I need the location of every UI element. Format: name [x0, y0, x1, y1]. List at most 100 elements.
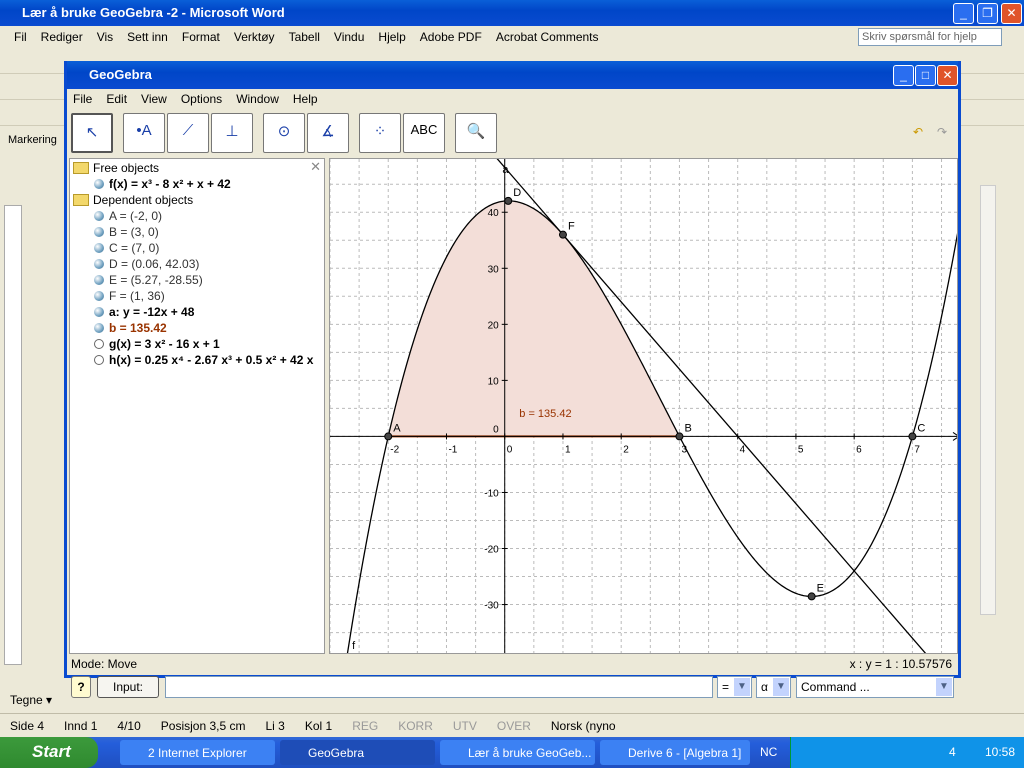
visibility-toggle-icon[interactable] [94, 243, 104, 253]
algebra-item[interactable]: C = (7, 0) [94, 241, 159, 257]
visibility-toggle-icon[interactable] [94, 307, 104, 317]
point-E[interactable] [807, 592, 816, 601]
status-field: REG [352, 719, 379, 733]
folder-header[interactable]: Dependent objects [73, 193, 193, 209]
task-word[interactable]: Lær å bruke GeoGeb... [440, 740, 595, 765]
symbol-combo[interactable]: = ▼ [717, 676, 752, 698]
combo-value: α [761, 680, 768, 694]
tool-line-button[interactable]: ⟋ [167, 113, 209, 153]
gg-menu-item[interactable]: Edit [106, 92, 127, 109]
word-menu-item[interactable]: Vindu [334, 30, 364, 48]
status-field: Side 4 [10, 719, 45, 733]
gg-menu-item[interactable]: Window [236, 92, 279, 109]
word-menu-item[interactable]: Vis [97, 30, 113, 48]
tool-zoom-button[interactable]: 🔍 [455, 113, 497, 153]
visibility-toggle-icon[interactable] [94, 227, 104, 237]
redo-icon[interactable]: ↷ [937, 125, 947, 139]
visibility-toggle-icon[interactable] [94, 211, 104, 221]
input-button[interactable]: Input: [97, 676, 159, 698]
input-field[interactable] [165, 676, 713, 698]
folder-header[interactable]: Free objects [73, 161, 159, 177]
draw-menu-button[interactable]: Tegne ▾ [10, 693, 52, 707]
graphics-view[interactable]: -2 -1 0 1 2 3 4 5 6 7 -30 -20 -10 10 20 30 40 0 f a b = 135.… [329, 158, 958, 654]
word-menu-item[interactable]: Verktøy [234, 30, 275, 48]
algebra-item[interactable]: a: y = -12x + 48 [94, 305, 194, 321]
visibility-toggle-icon[interactable] [94, 355, 104, 365]
gg-menu-item[interactable]: View [141, 92, 167, 109]
algebra-item[interactable]: F = (1, 36) [94, 289, 165, 305]
gg-close-button[interactable]: ✕ [937, 65, 958, 86]
command-combo[interactable]: Command ... ▼ [796, 676, 954, 698]
word-menu-item[interactable]: Adobe PDF [420, 30, 482, 48]
style-box[interactable]: Markering [8, 134, 57, 146]
object-definition: C = (7, 0) [109, 241, 160, 255]
visibility-toggle-icon[interactable] [94, 323, 104, 333]
graph-canvas[interactable]: -2 -1 0 1 2 3 4 5 6 7-30-20-10102030400fab = 135.… [330, 159, 958, 654]
point-A[interactable] [384, 432, 393, 441]
tool-point-button[interactable]: •A [123, 113, 165, 153]
tool-move-button[interactable]: ↖ [71, 113, 113, 153]
tool-circle-button[interactable]: ⊙ [263, 113, 305, 153]
x-tick-label: 2 [623, 444, 629, 455]
visibility-toggle-icon[interactable] [94, 291, 104, 301]
y-tick-label: 40 [488, 208, 500, 219]
algebra-item[interactable]: b = 135.42 [94, 321, 167, 337]
help-search-input[interactable]: Skriv spørsmål for hjelp [858, 28, 1002, 46]
algebra-item[interactable]: E = (5.27, -28.55) [94, 273, 203, 289]
word-menu-item[interactable]: Hjelp [378, 30, 405, 48]
geogebra-title-bar: GeoGebra [67, 61, 958, 89]
visibility-toggle-icon[interactable] [94, 275, 104, 285]
gg-minimize-button[interactable]: _ [893, 65, 914, 86]
word-menu-item[interactable]: Tabell [289, 30, 320, 48]
word-status-bar: Side 4 Innd 1 4/10 Posisjon 3,5 cm Li 3 Kol 1… [0, 713, 1024, 737]
word-menu-item[interactable]: Sett inn [127, 30, 168, 48]
close-algebra-icon[interactable]: ✕ [310, 159, 321, 175]
word-minimize-button[interactable]: _ [953, 3, 974, 24]
object-definition: A = (-2, 0) [109, 209, 163, 223]
algebra-item[interactable]: A = (-2, 0) [94, 209, 162, 225]
geogebra-menu-bar: File Edit View Options Window Help [67, 89, 958, 109]
visibility-toggle-icon[interactable] [94, 339, 104, 349]
algebra-item[interactable]: f(x) = x³ - 8 x² + x + 42 [94, 177, 231, 193]
task-derive[interactable]: Derive 6 - [Algebra 1] [600, 740, 750, 765]
task-internet-explorer[interactable]: 2 Internet Explorer [120, 740, 275, 765]
word-menu-item[interactable]: Acrobat Comments [496, 30, 599, 48]
visibility-toggle-icon[interactable] [94, 179, 104, 189]
task-geogebra[interactable]: GeoGebra [280, 740, 435, 765]
point-B[interactable] [675, 432, 684, 441]
algebra-item[interactable]: B = (3, 0) [94, 225, 159, 241]
undo-icon[interactable]: ↶ [913, 125, 923, 139]
y-tick-label: -10 [484, 488, 499, 499]
word-vertical-scrollbar[interactable] [980, 185, 996, 615]
greek-combo[interactable]: α ▼ [756, 676, 791, 698]
algebra-item[interactable]: h(x) = 0.25 x⁴ - 2.67 x³ + 0.5 x² + 42 x [94, 353, 313, 369]
tool-perpendicular-button[interactable]: ⊥ [211, 113, 253, 153]
algebra-item[interactable]: D = (0.06, 42.03) [94, 257, 199, 273]
word-menu-item[interactable]: Rediger [41, 30, 83, 48]
object-definition: b = 135.42 [109, 321, 167, 335]
y-tick-label: 20 [488, 320, 500, 331]
point-F[interactable] [558, 230, 567, 239]
word-close-button[interactable]: ✕ [1001, 3, 1022, 24]
tool-angle-button[interactable]: ∡ [307, 113, 349, 153]
object-definition: g(x) = 3 x² - 16 x + 1 [109, 337, 220, 351]
gg-menu-item[interactable]: Help [293, 92, 318, 109]
angle-icon: ∡ [321, 123, 335, 140]
line-icon: ⟋ [182, 122, 194, 139]
tool-text-button[interactable]: ABC [403, 113, 445, 153]
algebra-item[interactable]: g(x) = 3 x² - 16 x + 1 [94, 337, 220, 353]
visibility-toggle-icon[interactable] [94, 259, 104, 269]
gg-menu-item[interactable]: Options [181, 92, 222, 109]
help-icon[interactable]: ? [71, 676, 91, 698]
tool-reflect-button[interactable]: ⁘ [359, 113, 401, 153]
start-button[interactable]: Start [0, 737, 98, 768]
word-restore-button[interactable]: ❐ [977, 3, 998, 24]
word-menu-item[interactable]: Fil [14, 30, 27, 48]
point-D[interactable] [504, 196, 513, 205]
gg-maximize-button[interactable]: □ [915, 65, 936, 86]
word-menu-item[interactable]: Format [182, 30, 220, 48]
chevron-down-icon: ▼ [936, 678, 952, 696]
point-C[interactable] [908, 432, 917, 441]
object-definition: F = (1, 36) [109, 289, 165, 303]
gg-menu-item[interactable]: File [73, 92, 92, 109]
